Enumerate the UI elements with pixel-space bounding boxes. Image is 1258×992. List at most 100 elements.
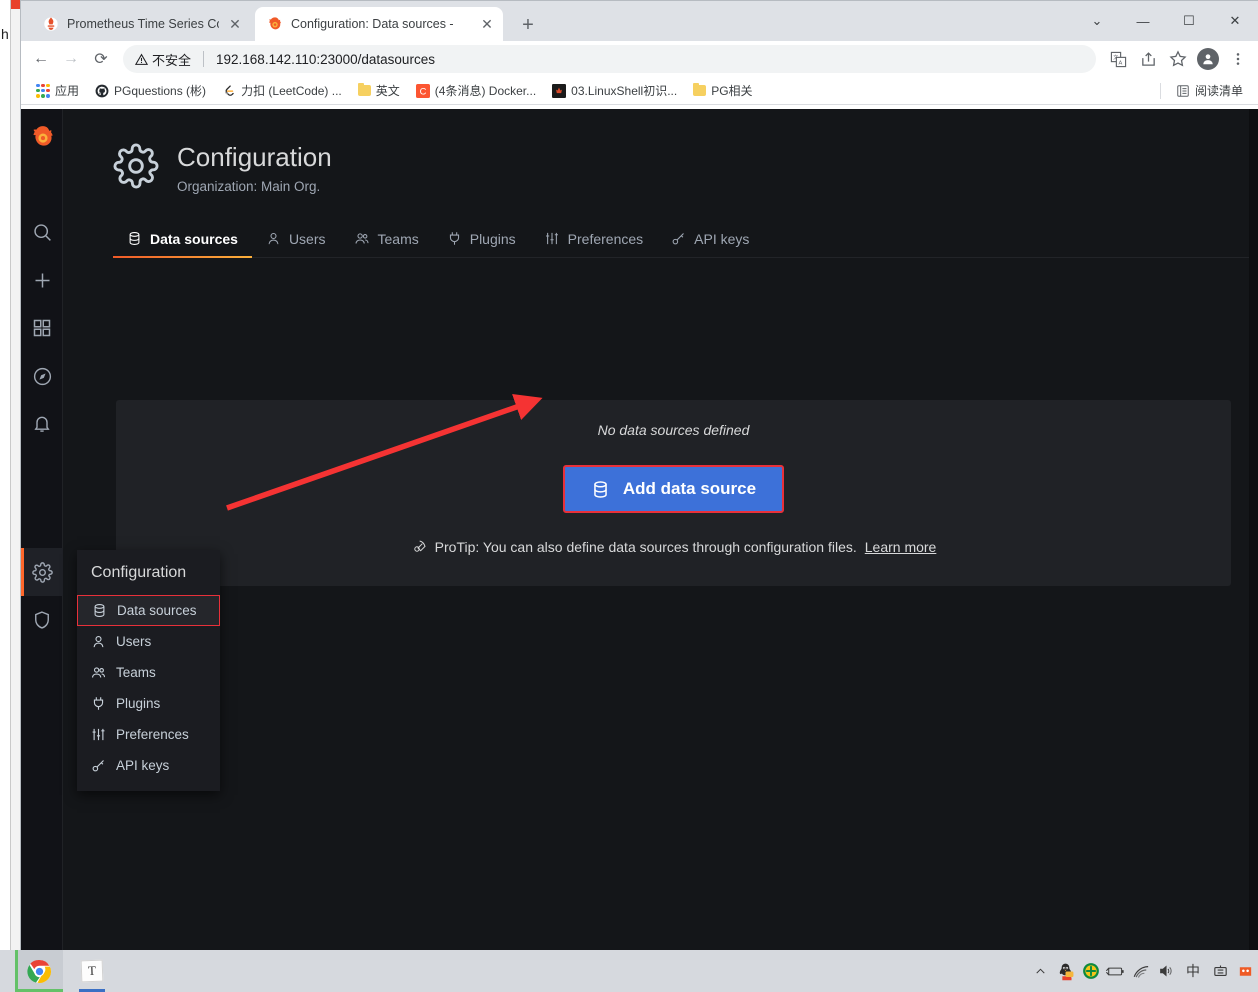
page-subtitle: Organization: Main Org. — [177, 178, 321, 194]
star-icon[interactable] — [1164, 45, 1192, 73]
database-icon — [94, 604, 105, 618]
shield-icon — [35, 611, 49, 629]
bookmark-label: 应用 — [55, 84, 80, 98]
flyout-item-plugins[interactable]: Plugins — [77, 688, 220, 719]
users-icon — [92, 667, 106, 678]
close-icon[interactable]: ✕ — [227, 16, 243, 32]
translate-icon[interactable]: 文 A — [1104, 45, 1132, 73]
forward-button[interactable]: → — [57, 45, 85, 73]
protip: ProTip: You can also define data sources… — [411, 539, 937, 555]
ime-panel-icon[interactable] — [1208, 950, 1233, 992]
add-data-source-button[interactable]: Add data source — [562, 465, 785, 513]
security-indicator[interactable]: 不安全 — [135, 50, 191, 69]
wifi-icon[interactable] — [1128, 950, 1153, 992]
bookmark-pgquestions[interactable]: PGquestions (彬) — [88, 80, 213, 101]
ime-icon[interactable]: 中 — [1178, 950, 1208, 992]
svg-text:C: C — [419, 86, 426, 96]
key-icon — [92, 760, 104, 772]
sidebar-item-server-admin[interactable] — [21, 596, 63, 644]
tab-preferences[interactable]: Preferences — [530, 224, 657, 257]
sidebar-item-alerting[interactable] — [21, 400, 63, 448]
bookmark-label: 力扣 (LeetCode) ... — [241, 84, 342, 98]
maximize-button[interactable]: ☐ — [1166, 1, 1212, 41]
browser-tab-prometheus[interactable]: Prometheus Time Series Collec ✕ — [31, 7, 251, 41]
bookmark-label: PG相关 — [711, 84, 753, 98]
back-button[interactable]: ← — [27, 45, 55, 73]
reading-list-label: 阅读清单 — [1194, 84, 1243, 98]
flyout-item-label: Data sources — [117, 603, 197, 618]
bookmark-linuxshell[interactable]: 03.LinuxShell初识... — [545, 80, 684, 101]
sidebar-item-search[interactable] — [21, 208, 63, 256]
bookmark-csdn[interactable]: C (4条消息) Docker... — [409, 80, 543, 101]
window-controls: ⌄ — ☐ ✕ — [1074, 1, 1258, 41]
speaker-icon[interactable] — [1153, 950, 1178, 992]
page-title: Configuration — [177, 142, 332, 172]
tab-title: Configuration: Data sources - — [291, 17, 454, 31]
taskbar-app-chrome[interactable] — [15, 950, 63, 992]
flyout-item-teams[interactable]: Teams — [77, 657, 220, 688]
tab-plugins[interactable]: Plugins — [433, 224, 530, 257]
close-icon[interactable]: ✕ — [479, 16, 495, 32]
tab-label: Teams — [377, 230, 419, 247]
minimize-button[interactable]: — — [1120, 1, 1166, 41]
folder-icon — [693, 83, 707, 96]
gear-icon — [31, 561, 53, 583]
bookmark-apps[interactable]: 应用 — [29, 80, 86, 101]
sidebar-item-create[interactable] — [21, 256, 63, 304]
rocket-icon — [413, 540, 426, 552]
battery-icon[interactable] — [1103, 950, 1128, 992]
bookmark-english-folder[interactable]: 英文 — [351, 80, 407, 101]
user-icon — [268, 233, 279, 245]
kebab-menu-icon[interactable] — [1224, 45, 1252, 73]
page-title-block: Configuration Organization: Main Org. — [177, 143, 332, 194]
tab-users[interactable]: Users — [252, 224, 340, 257]
chrome-browser-window: Prometheus Time Series Collec ✕ Configur… — [20, 0, 1258, 951]
taskbar-app-sticky-notes[interactable]: T — [70, 950, 114, 992]
grafana-page-header: Configuration Organization: Main Org. Da… — [63, 109, 1249, 258]
security-label: 不安全 — [152, 52, 192, 68]
bookmark-pg-folder[interactable]: PG相关 — [686, 80, 759, 101]
flyout-item-api-keys[interactable]: API keys — [77, 750, 220, 781]
flyout-item-users[interactable]: Users — [77, 626, 220, 657]
sidebar-item-configuration[interactable] — [21, 548, 63, 596]
background-window-panel — [0, 0, 11, 950]
sidebar-item-dashboards[interactable] — [21, 304, 63, 352]
bookmark-label: 03.LinuxShell初识... — [571, 84, 678, 98]
chevron-down-icon[interactable]: ⌄ — [1074, 1, 1120, 41]
sidebar-item-explore[interactable] — [21, 352, 63, 400]
flyout-item-preferences[interactable]: Preferences — [77, 719, 220, 750]
reading-list-icon — [1177, 84, 1189, 97]
profile-icon[interactable] — [1194, 45, 1222, 73]
flyout-item-label: Teams — [116, 665, 156, 680]
green-shield-icon[interactable] — [1078, 950, 1103, 992]
tab-label: Users — [288, 230, 326, 247]
user-icon — [93, 635, 104, 648]
page-head: Configuration Organization: Main Org. — [63, 109, 1249, 194]
grafana-app: Configuration Organization: Main Org. Da… — [21, 109, 1258, 951]
database-icon — [129, 232, 140, 246]
flyout-item-data-sources[interactable]: Data sources — [77, 595, 220, 626]
divider — [1159, 82, 1161, 99]
browser-tab-grafana[interactable]: Configuration: Data sources - ✕ — [255, 7, 503, 41]
bookmark-leetcode[interactable]: 力扣 (LeetCode) ... — [215, 80, 349, 101]
data-sources-empty-card: No data sources defined Add data source … — [116, 400, 1231, 586]
plus-icon — [35, 273, 49, 287]
reading-list-button[interactable]: 阅读清单 — [1169, 80, 1250, 101]
grafana-logo-icon[interactable] — [30, 124, 56, 150]
penguin-icon[interactable] — [1053, 950, 1078, 992]
tab-data-sources[interactable]: Data sources — [113, 224, 252, 258]
empty-state-message: No data sources defined — [597, 422, 750, 438]
reload-button[interactable]: ⟳ — [87, 45, 115, 73]
learn-more-link[interactable]: Learn more — [865, 539, 937, 555]
share-icon[interactable] — [1134, 45, 1162, 73]
chevron-up-icon[interactable] — [1028, 950, 1053, 992]
overflow-icon[interactable] — [1233, 950, 1258, 992]
tab-teams[interactable]: Teams — [340, 224, 433, 257]
flyout-item-label: Users — [116, 634, 152, 649]
new-tab-button[interactable]: + — [515, 12, 541, 38]
close-button[interactable]: ✕ — [1212, 1, 1258, 41]
address-bar[interactable]: 不安全 192.168.142.110:23000/datasources — [123, 45, 1096, 73]
page-scrollbar[interactable] — [1249, 109, 1258, 951]
tab-api-keys[interactable]: API keys — [657, 224, 763, 257]
flyout-item-label: Plugins — [116, 696, 161, 711]
